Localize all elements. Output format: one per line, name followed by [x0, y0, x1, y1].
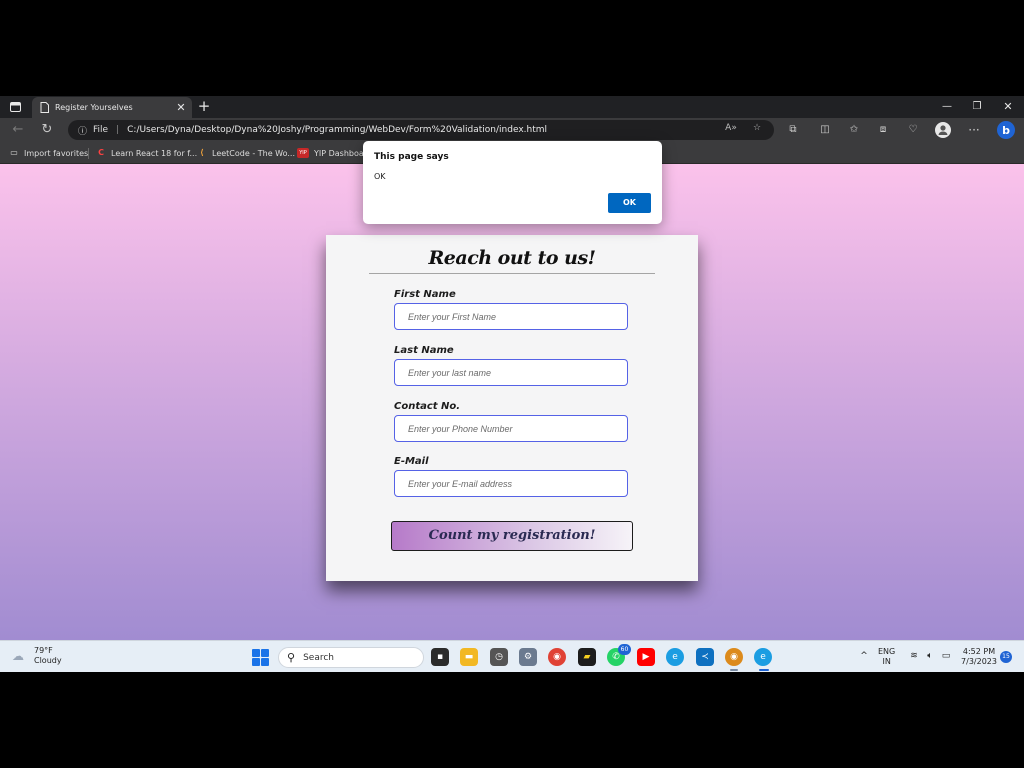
battery-icon[interactable]: ▭ — [940, 651, 952, 661]
clock[interactable]: 4:52 PM 7/3/2023 — [960, 647, 998, 667]
weather-temp: 79°F — [34, 646, 53, 655]
url-text[interactable]: C:/Users/Dyna/Desktop/Dyna%20Joshy/Progr… — [127, 125, 547, 135]
tab-actions-icon[interactable] — [6, 99, 24, 115]
codecademy-icon: C — [98, 148, 104, 157]
first-name-input[interactable] — [394, 303, 628, 330]
restore-icon[interactable]: ❐ — [962, 96, 992, 118]
bookmark-label: LeetCode - The Wo... — [212, 148, 295, 158]
cloud-icon: ☁ — [12, 649, 24, 663]
leetcode-icon: ⟨ — [200, 148, 204, 157]
submit-button[interactable]: Count my registration! — [391, 521, 633, 551]
alert-dialog: This page says OK OK — [363, 141, 662, 224]
contact-no-label: Contact No. — [394, 401, 461, 412]
registration-form-card: Reach out to us! First Name Last Name Co… — [326, 235, 698, 581]
folder-icon: ▭ — [10, 148, 18, 157]
svg-text:b: b — [1002, 124, 1010, 137]
search-label: Search — [303, 652, 334, 663]
read-aloud-icon[interactable]: A» — [724, 121, 738, 135]
tab-title: Register Yourselves — [55, 103, 133, 112]
contact-no-input[interactable] — [394, 415, 628, 442]
settings-more-icon[interactable]: ··· — [966, 122, 982, 138]
sticky-notes-icon[interactable]: ▰ — [578, 648, 596, 666]
bookmark-yip-dashboard[interactable]: YIP YIP Dashboard — [297, 146, 372, 160]
profile-avatar-icon[interactable] — [935, 122, 951, 138]
browser-essentials-icon[interactable]: ♡ — [905, 122, 921, 138]
collections-icon[interactable]: ⧈ — [875, 122, 891, 138]
weather-text: 79°F Cloudy — [34, 646, 62, 666]
language-line1: ENG — [878, 647, 896, 656]
dialog-ok-button[interactable]: OK — [608, 193, 651, 213]
edge-icon[interactable]: e — [666, 648, 684, 666]
clock-app-icon[interactable]: ◷ — [490, 648, 508, 666]
youtube-icon[interactable]: ▶ — [637, 648, 655, 666]
whatsapp-icon[interactable]: ✆ 60 — [607, 644, 631, 666]
back-icon[interactable]: ← — [9, 121, 27, 139]
dialog-message: OK — [374, 172, 386, 181]
notification-badge[interactable]: 15 — [1000, 651, 1012, 663]
refresh-icon[interactable]: ↻ — [38, 121, 56, 139]
url-scheme: File — [93, 125, 109, 135]
page-content: Reach out to us! First Name Last Name Co… — [0, 164, 1024, 640]
email-label: E-Mail — [394, 456, 429, 467]
weather-widget[interactable]: ☁ 79°F Cloudy — [12, 646, 62, 666]
settings-gear-icon[interactable]: ⚙ — [519, 648, 537, 666]
language-indicator[interactable]: ENG IN — [878, 647, 895, 667]
file-explorer-icon[interactable]: ▬ — [460, 648, 478, 666]
windows-start-icon[interactable] — [252, 649, 269, 666]
bookmark-import-favorites[interactable]: ▭ Import favorites — [9, 146, 88, 160]
time-text: 4:52 PM — [962, 647, 996, 656]
last-name-label: Last Name — [394, 345, 454, 356]
bookmark-leetcode[interactable]: ⟨ LeetCode - The Wo... — [197, 146, 295, 160]
address-bar-row: ← ↻ ⓘ File | C:/Users/Dyna/Desktop/Dyna%… — [0, 118, 1024, 142]
vscode-icon[interactable]: ≺ — [696, 648, 714, 666]
copilot-icon[interactable]: b — [996, 120, 1016, 140]
form-title: Reach out to us! — [428, 247, 596, 269]
wifi-icon[interactable]: ≋ — [908, 651, 920, 661]
close-window-icon[interactable]: ✕ — [993, 96, 1023, 118]
edge-active-icon[interactable]: e — [754, 648, 772, 671]
bookmark-label: Import favorites — [24, 148, 89, 158]
favorites-icon[interactable]: ✩ — [846, 122, 862, 138]
bookmark-label: Learn React 18 for f... — [111, 148, 198, 158]
language-line2: IN — [882, 657, 891, 666]
title-divider — [369, 273, 655, 274]
screen: Register Yourselves ✕ + — ❐ ✕ ← ↻ ⓘ File… — [0, 96, 1024, 672]
extensions-icon[interactable]: ⧉ — [785, 122, 801, 138]
yip-icon: YIP — [297, 148, 309, 158]
bookmark-divider — [88, 148, 89, 159]
favorite-star-icon[interactable]: ☆ — [750, 121, 764, 135]
close-tab-icon[interactable]: ✕ — [174, 101, 188, 115]
url-separator: | — [116, 125, 120, 135]
whatsapp-badge: 60 — [618, 644, 631, 655]
search-icon: ⚲ — [287, 651, 296, 664]
chevron-up-icon[interactable]: ^ — [858, 651, 870, 661]
chrome-profile-icon[interactable]: ◉ — [725, 648, 743, 671]
url-bar[interactable]: ⓘ File | C:/Users/Dyna/Desktop/Dyna%20Jo… — [68, 120, 774, 140]
active-indicator — [759, 669, 769, 671]
dialog-title: This page says — [374, 152, 449, 162]
first-name-label: First Name — [394, 289, 456, 300]
taskbar-search[interactable]: ⚲ Search — [278, 647, 424, 668]
split-screen-icon[interactable]: ◫ — [817, 122, 833, 138]
active-indicator — [730, 669, 738, 671]
new-tab-icon[interactable]: + — [196, 98, 212, 116]
page-icon — [40, 98, 49, 117]
browser-tab-bar: Register Yourselves ✕ + — ❐ ✕ — [0, 96, 1024, 118]
task-view-icon[interactable]: ▪ — [431, 648, 449, 666]
weather-desc: Cloudy — [34, 656, 62, 665]
email-input[interactable] — [394, 470, 628, 497]
chrome-icon[interactable]: ◉ — [548, 648, 566, 666]
active-tab[interactable]: Register Yourselves ✕ — [32, 97, 192, 118]
last-name-input[interactable] — [394, 359, 628, 386]
info-icon[interactable]: ⓘ — [78, 124, 87, 137]
minimize-icon[interactable]: — — [932, 96, 962, 118]
windows-taskbar: ☁ 79°F Cloudy ⚲ Search ▪ ▬ ◷ ⚙ ◉ ▰ ✆ 60 … — [0, 640, 1024, 672]
bookmark-learn-react[interactable]: C Learn React 18 for f... — [96, 146, 197, 160]
date-text: 7/3/2023 — [961, 657, 997, 666]
volume-icon[interactable]: 🔈︎ — [924, 651, 936, 661]
